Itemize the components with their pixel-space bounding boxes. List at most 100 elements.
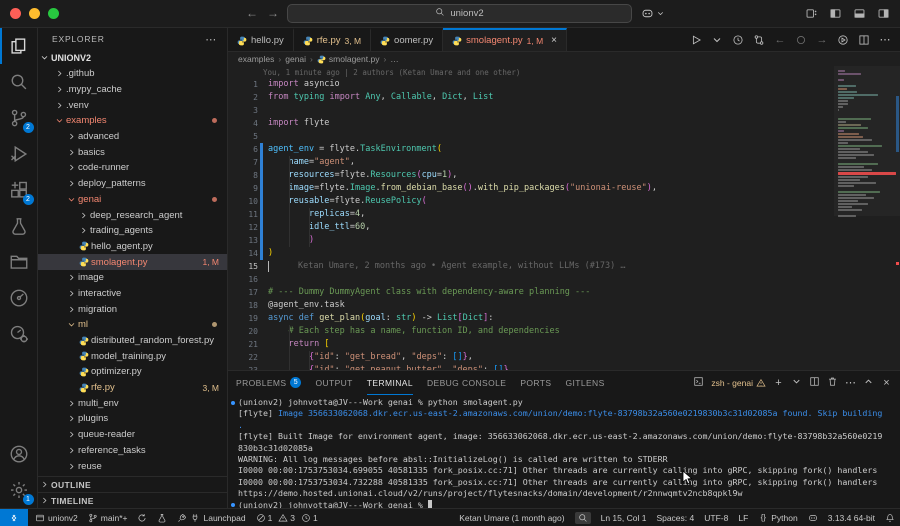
editor-action-history[interactable] [732,34,744,46]
panel-tab-problems[interactable]: PROBLEMS5 [236,371,301,395]
history-back-button[interactable]: ← [246,7,258,20]
tree-item-code-runner[interactable]: code-runner [38,160,227,176]
code-line-7[interactable]: 7 name="agent", [228,156,834,169]
copilot-menu[interactable] [641,7,665,20]
tab-smolagent.py[interactable]: smolagent.py1, M× [443,28,567,51]
status-cursor-position[interactable]: Ln 15, Col 1 [596,509,652,526]
status-workspace[interactable]: unionv2 [30,509,83,526]
tree-item-interactive[interactable]: interactive [38,286,227,302]
tree-item-queue-reader[interactable]: queue-reader [38,427,227,443]
panel-left-button[interactable] [829,7,842,23]
code-line-16[interactable]: 16 [228,273,834,286]
editor-action-split-editor[interactable] [858,34,870,46]
status-sync[interactable] [132,509,152,526]
code-area[interactable]: You, 1 minute ago | 2 authors (Ketan Uma… [228,66,834,370]
code-line-23[interactable]: 23 {"id": "get_peanut_butter", "deps": [… [228,364,834,370]
panel-tab-output[interactable]: OUTPUT [315,371,352,395]
editor-action-more[interactable]: ⋯ [879,34,891,46]
panel-action-chevron-down[interactable] [791,376,802,390]
tree-item-basics[interactable]: basics [38,144,227,160]
tree-item-multi_env[interactable]: multi_env [38,395,227,411]
terminal-title[interactable]: zsh - genai [711,378,766,388]
panel-tab-gitlens[interactable]: GITLENS [565,371,604,395]
tree-item-optimizer.py[interactable]: optimizer.py [38,364,227,380]
tab-oomer.py[interactable]: oomer.py [371,28,443,51]
minimize-window-button[interactable] [29,8,40,19]
code-line-17[interactable]: 17# --- Dummy DummyAgent class with depe… [228,286,834,299]
command-decoration[interactable] [231,401,235,405]
tree-item-trading_agents[interactable]: trading_agents [38,223,227,239]
tree-item-rfe.py[interactable]: rfe.py3, M [38,380,227,396]
tree-item-plugins[interactable]: plugins [38,411,227,427]
activity-extension-view-a[interactable] [0,280,38,316]
explorer-more-actions-button[interactable]: ⋯ [205,33,217,46]
status-git-branch[interactable]: main*+ [83,509,133,526]
code-line-10[interactable]: 10 reusable=flyte.ReusePolicy( [228,195,834,208]
tree-item-examples[interactable]: examples [38,113,227,129]
code-line-9[interactable]: 9 image=flyte.Image.from_debian_base().w… [228,182,834,195]
editor-action-nav-back[interactable]: ← [774,34,786,46]
status-copilot-status[interactable] [803,509,823,526]
code-line-1[interactable]: 1import asyncio [228,78,834,91]
tree-item-migration[interactable]: migration [38,301,227,317]
code-line-11[interactable]: 11 replicas=4, [228,208,834,221]
breadcrumb-item[interactable]: examples [238,54,274,64]
status-language[interactable]: {}Python [753,509,802,526]
code-line-2[interactable]: 2from typing import Any, Callable, Dict,… [228,91,834,104]
panel-bottom-button[interactable] [853,7,866,23]
panel-action-plus[interactable]: + [773,377,784,389]
status-zoom-indicator[interactable] [570,509,596,526]
editor-action-nav-dot[interactable] [795,34,807,46]
zoom-window-button[interactable] [48,8,59,19]
code-line-20[interactable]: 20 # Each step has a name, function ID, … [228,325,834,338]
activity-extension-view-b[interactable] [0,316,38,352]
activity-remote-explorer[interactable] [0,244,38,280]
activity-extensions[interactable]: 2 [0,172,38,208]
command-center[interactable]: unionv2 [287,4,632,23]
tree-item-reuse[interactable]: reuse [38,458,227,474]
activity-source-control[interactable]: 2 [0,100,38,136]
close-window-button[interactable] [10,8,21,19]
editor-action-play[interactable] [690,34,702,46]
editor-action-chevron-down[interactable] [711,34,723,46]
tree-item-genai[interactable]: genai [38,192,227,208]
tab-rfe.py[interactable]: rfe.py3, M [294,28,371,51]
code-line-18[interactable]: 18@agent_env.task [228,299,834,312]
panel-action-split-editor[interactable] [809,376,820,390]
panel-tab-ports[interactable]: PORTS [520,371,551,395]
tree-item-deep_research_agent[interactable]: deep_research_agent [38,207,227,223]
code-line-13[interactable]: 13 ) [228,234,834,247]
code-line-5[interactable]: 5 [228,130,834,143]
code-line-3[interactable]: 3 [228,104,834,117]
code-line-4[interactable]: 4import flyte [228,117,834,130]
panel-action-close[interactable]: × [881,377,892,389]
code-line-6[interactable]: 6agent_env = flyte.TaskEnvironment( [228,143,834,156]
panel-action-trash[interactable] [827,376,838,390]
code-line-19[interactable]: 19async def get_plan(goal: str) -> List[… [228,312,834,325]
activity-explorer[interactable] [0,28,38,64]
activity-accounts[interactable] [0,436,38,472]
panel-action-chevron-up[interactable] [863,376,874,390]
overview-ruler[interactable] [894,66,900,370]
code-line-8[interactable]: 8 resources=flyte.Resources(cpu=1), [228,169,834,182]
tree-root[interactable]: UNIONV2 [38,50,227,66]
sidebar-section-timeline[interactable]: TIMELINE [38,492,227,508]
minimap[interactable] [834,66,900,370]
sidebar-section-outline[interactable]: OUTLINE [38,476,227,492]
tree-item-model_training.py[interactable]: model_training.py [38,348,227,364]
status-launchpad[interactable]: Launchpad [172,509,250,526]
tree-item-.mypy_cache[interactable]: .mypy_cache [38,82,227,98]
editor-action-git-compare[interactable] [753,34,765,46]
status-remote[interactable] [0,509,28,526]
status-indentation[interactable]: Spaces: 4 [651,509,699,526]
code-line-14[interactable]: 14) [228,247,834,260]
panel-tab-terminal[interactable]: TERMINAL [367,371,413,395]
code-line-15[interactable]: 15Ketan Umare, 2 months ago • Agent exam… [228,260,834,273]
terminal[interactable]: (unionv2) johnvotta@JV---Work genai % py… [228,395,900,508]
breadcrumb-item[interactable]: smolagent.py [317,54,380,64]
editor[interactable]: You, 1 minute ago | 2 authors (Ketan Uma… [228,66,900,370]
editor-action-nav-forward[interactable]: → [816,34,828,46]
panel-tab-debug-console[interactable]: DEBUG CONSOLE [427,371,506,395]
code-line-22[interactable]: 22 {"id": "get_bread", "deps": []}, [228,351,834,364]
status-encoding[interactable]: UTF-8 [699,509,733,526]
